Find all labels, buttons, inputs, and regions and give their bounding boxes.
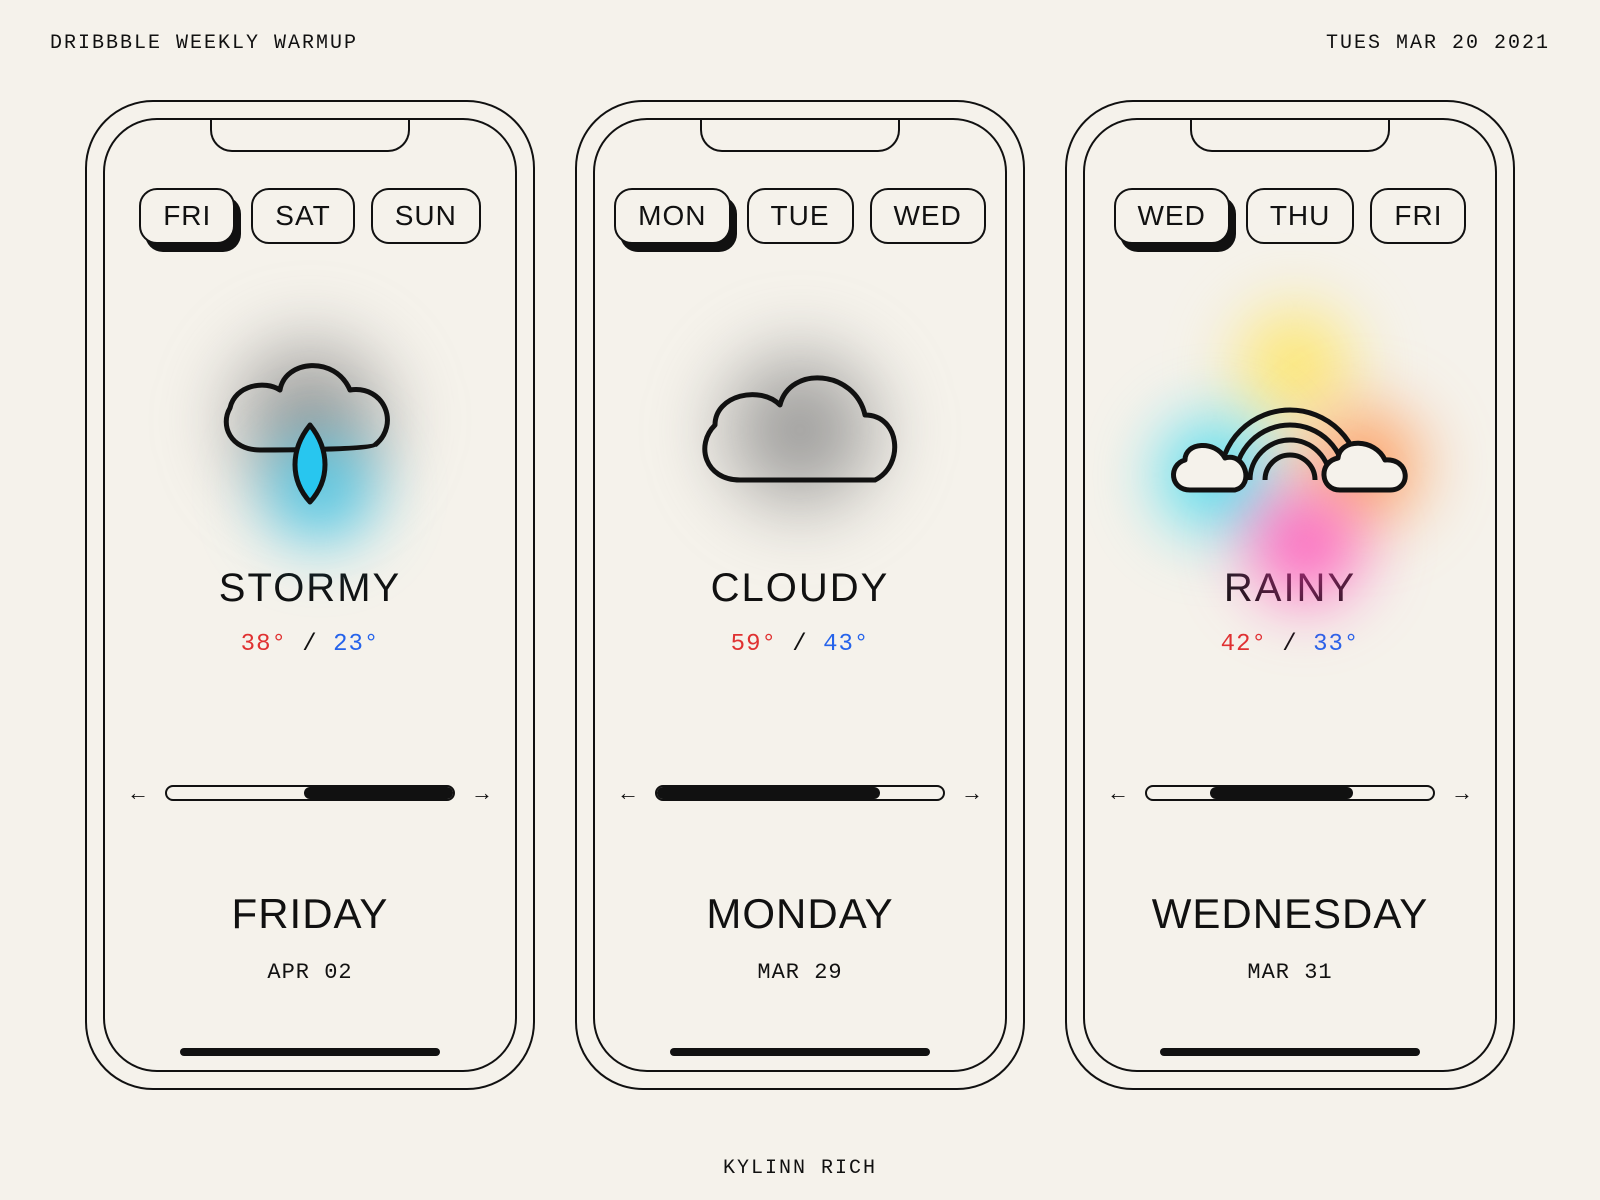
day-name: MONDAY [595, 890, 1005, 938]
notch-icon [700, 120, 900, 152]
weather-hero: CLOUDY 59° / 43° [595, 300, 1005, 658]
home-indicator-icon[interactable] [1160, 1048, 1420, 1056]
temp-low: 43° [823, 631, 869, 658]
phone-screen: FRI SAT SUN STORMY 38° [103, 118, 517, 1072]
page: DRIBBBLE WEEKLY WARMUP TUES MAR 20 2021 … [0, 0, 1600, 1200]
temp-high: 42° [1221, 631, 1267, 658]
time-slider[interactable] [655, 785, 945, 801]
temps: 59° / 43° [731, 631, 870, 658]
notch-icon [1190, 120, 1390, 152]
arrow-right-icon[interactable]: → [471, 780, 493, 806]
temp-high: 59° [731, 631, 777, 658]
weather-hero: STORMY 38° / 23° [105, 300, 515, 658]
time-slider[interactable] [165, 785, 455, 801]
condition-label: STORMY [219, 566, 401, 611]
condition-label: CLOUDY [711, 566, 890, 611]
temp-low: 33° [1313, 631, 1359, 658]
day-date: MAR 31 [1085, 960, 1495, 985]
slider-fill [657, 787, 880, 799]
phone-screen: MON TUE WED CLOUDY 59° / 4 [593, 118, 1007, 1072]
tab-thu[interactable]: THU [1246, 188, 1355, 244]
day-date: APR 02 [105, 960, 515, 985]
home-indicator-icon[interactable] [670, 1048, 930, 1056]
temp-sep: / [302, 631, 333, 658]
day-tabs: FRI SAT SUN [105, 188, 515, 244]
notch-icon [210, 120, 410, 152]
tab-wed[interactable]: WED [870, 188, 986, 244]
temps: 38° / 23° [241, 631, 380, 658]
header-right: TUES MAR 20 2021 [1326, 32, 1550, 55]
day-name: WEDNESDAY [1085, 890, 1495, 938]
day-tabs: WED THU FRI [1085, 188, 1495, 244]
tab-tue[interactable]: TUE [747, 188, 854, 244]
arrow-left-icon[interactable]: ← [127, 780, 149, 806]
temp-sep: / [792, 631, 823, 658]
day-tabs: MON TUE WED [595, 188, 1005, 244]
arrow-right-icon[interactable]: → [1451, 780, 1473, 806]
tab-mon[interactable]: MON [614, 188, 730, 244]
tab-fri[interactable]: FRI [1370, 188, 1466, 244]
phone-screen: WED THU FRI [1083, 118, 1497, 1072]
tab-sat[interactable]: SAT [251, 188, 354, 244]
arrow-right-icon[interactable]: → [961, 780, 983, 806]
time-slider-row: ← → [595, 780, 1005, 806]
temp-sep: / [1282, 631, 1313, 658]
arrow-left-icon[interactable]: ← [1107, 780, 1129, 806]
day-block: MONDAY MAR 29 [595, 890, 1005, 985]
temps: 42° / 33° [1221, 631, 1360, 658]
temp-high: 38° [241, 631, 287, 658]
phone-frame: FRI SAT SUN STORMY 38° [85, 100, 535, 1090]
time-slider-row: ← → [1085, 780, 1495, 806]
temp-low: 23° [333, 631, 379, 658]
phone-row: FRI SAT SUN STORMY 38° [0, 100, 1600, 1090]
phone-frame: WED THU FRI [1065, 100, 1515, 1090]
weather-hero: RAINY 42° / 33° [1085, 300, 1495, 658]
cloudy-icon [640, 300, 960, 560]
phone-frame: MON TUE WED CLOUDY 59° / 4 [575, 100, 1025, 1090]
header-left: DRIBBBLE WEEKLY WARMUP [50, 32, 358, 55]
home-indicator-icon[interactable] [180, 1048, 440, 1056]
tab-fri[interactable]: FRI [139, 188, 235, 244]
day-name: FRIDAY [105, 890, 515, 938]
time-slider-row: ← → [105, 780, 515, 806]
day-date: MAR 29 [595, 960, 1005, 985]
rainy-icon [1130, 300, 1450, 560]
credit: KYLINN RICH [0, 1157, 1600, 1180]
slider-fill [1210, 787, 1353, 799]
slider-fill [304, 787, 453, 799]
stormy-icon [150, 300, 470, 560]
time-slider[interactable] [1145, 785, 1435, 801]
tab-sun[interactable]: SUN [371, 188, 481, 244]
tab-wed[interactable]: WED [1114, 188, 1230, 244]
arrow-left-icon[interactable]: ← [617, 780, 639, 806]
day-block: WEDNESDAY MAR 31 [1085, 890, 1495, 985]
day-block: FRIDAY APR 02 [105, 890, 515, 985]
